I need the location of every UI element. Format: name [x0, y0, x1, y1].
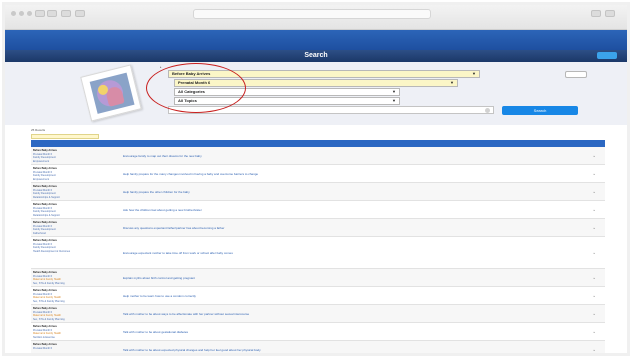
path-segment: Relationships & Support: [33, 195, 60, 199]
row-curriculum-path[interactable]: Before Baby Arrives Prenatal Month 6 Famil…: [33, 221, 95, 235]
row-expand-icon[interactable]: »: [593, 312, 595, 316]
row-title-link[interactable]: Ask how the children feel about getting …: [123, 208, 463, 212]
table-row[interactable]: Before Baby Arrives Prenatal Month 6 Famil…: [31, 165, 605, 183]
table-row[interactable]: Before Baby Arrives Prenatal Month 6 Mater…: [31, 269, 605, 287]
row-expand-icon[interactable]: »: [593, 348, 595, 352]
filter-panel: ▸ Before Baby Arrives ▼ Prenatal Month 6…: [5, 62, 627, 125]
table-header: [31, 140, 605, 147]
path-segment: Empowerment: [33, 177, 50, 181]
row-expand-icon[interactable]: »: [593, 276, 595, 280]
path-segment: Prenatal Month 6: [33, 346, 53, 350]
results-count: 25 Results: [31, 128, 46, 132]
row-expand-icon[interactable]: »: [593, 190, 595, 194]
table-body: Before Baby Arrives Prenatal Month 6 Famil…: [31, 147, 605, 353]
chevron-down-icon: ▼: [392, 98, 396, 103]
zoom-window-icon[interactable]: [27, 11, 32, 16]
path-segment: Sex, STIs & Family Planning: [33, 281, 65, 285]
row-curriculum-path[interactable]: Before Baby Arrives Prenatal Month 6: [33, 343, 95, 350]
minimize-window-icon[interactable]: [19, 11, 24, 16]
row-curriculum-path[interactable]: Before Baby Arrives Prenatal Month 6 Mater…: [33, 271, 95, 285]
bookmarks-bar[interactable]: [13, 21, 619, 28]
row-curriculum-path[interactable]: Before Baby Arrives Prenatal Month 6 Famil…: [33, 149, 95, 163]
search-button[interactable]: Search: [502, 106, 578, 115]
row-title-link[interactable]: Explain myths about birth control and ge…: [123, 276, 463, 280]
table-row[interactable]: Before Baby Arrives Prenatal Month 6 Famil…: [31, 219, 605, 237]
row-expand-icon[interactable]: »: [593, 330, 595, 334]
row-title-link[interactable]: Talk with mother to be about ways to be …: [123, 312, 463, 316]
row-title-link[interactable]: Help family prepare for the many changes…: [123, 172, 463, 176]
forward-button[interactable]: [47, 10, 57, 17]
path-segment: Sex, STIs & Family Planning: [33, 317, 65, 321]
window-controls[interactable]: [11, 11, 32, 16]
table-row[interactable]: Before Baby Arrives Prenatal Month 6 Mater…: [31, 287, 605, 305]
row-title-link[interactable]: Help mother to be learn how to use a con…: [123, 294, 463, 298]
book-cover-illustration: [89, 72, 135, 114]
row-title-link[interactable]: Talk with mother to be about expected ph…: [123, 348, 463, 352]
page-title: Search: [304, 52, 328, 59]
path-segment: Health Development & Outcomes: [33, 249, 71, 253]
downloads-button[interactable]: [591, 10, 601, 17]
row-curriculum-path[interactable]: Before Baby Arrives Prenatal Month 6 Mater…: [33, 307, 95, 321]
row-expand-icon[interactable]: »: [593, 251, 595, 255]
chevron-down-icon: ▼: [450, 80, 454, 85]
table-row[interactable]: Before Baby Arrives Prenatal Month 6 Talk …: [31, 341, 605, 353]
row-expand-icon[interactable]: »: [593, 208, 595, 212]
chevron-down-icon: ▼: [392, 89, 396, 94]
back-button[interactable]: [35, 10, 45, 17]
row-title-link[interactable]: Help family prepare the other children f…: [123, 190, 463, 194]
site-header: [5, 30, 627, 50]
row-curriculum-path[interactable]: Before Baby Arrives Prenatal Month 6 Famil…: [33, 203, 95, 217]
clear-field-icon[interactable]: [485, 108, 490, 113]
table-row[interactable]: Before Baby Arrives Prenatal Month 6 Famil…: [31, 201, 605, 219]
row-expand-icon[interactable]: »: [593, 172, 595, 176]
filter-marker-1: ▸: [160, 65, 162, 69]
row-expand-icon[interactable]: »: [593, 226, 595, 230]
row-curriculum-path[interactable]: Before Baby Arrives Prenatal Month 6 Famil…: [33, 167, 95, 181]
row-title-link[interactable]: Encourage family to map out their dreams…: [123, 154, 463, 158]
path-segment: Empowerment: [33, 159, 50, 163]
row-curriculum-path[interactable]: Before Baby Arrives Prenatal Month 6 Mater…: [33, 325, 95, 339]
table-row[interactable]: Before Baby Arrives Prenatal Month 6 Famil…: [31, 147, 605, 165]
search-title-bar: Search: [5, 50, 627, 62]
sidebar-button[interactable]: [61, 10, 71, 17]
clear-all-button[interactable]: [565, 71, 587, 78]
tabs-button[interactable]: [605, 10, 615, 17]
table-row[interactable]: Before Baby Arrives Prenatal Month 6 Mater…: [31, 323, 605, 341]
path-segment: Nutrition & Exercise: [33, 335, 55, 339]
chevron-down-icon: ▼: [472, 71, 476, 76]
row-expand-icon[interactable]: »: [593, 154, 595, 158]
row-curriculum-path[interactable]: Before Baby Arrives Prenatal Month 6 Mater…: [33, 289, 95, 303]
annotation-circle: [146, 63, 246, 113]
row-title-link[interactable]: Talk with mother to be about gestational…: [123, 330, 463, 334]
address-bar[interactable]: [193, 9, 431, 19]
row-curriculum-path[interactable]: Before Baby Arrives Prenatal Month 6 Famil…: [33, 185, 95, 199]
help-button[interactable]: [597, 52, 617, 59]
row-expand-icon[interactable]: »: [593, 294, 595, 298]
curriculum-book-image: [80, 64, 142, 122]
share-button[interactable]: [75, 10, 85, 17]
table-row[interactable]: Before Baby Arrives Prenatal Month 6 Mater…: [31, 305, 605, 323]
close-window-icon[interactable]: [11, 11, 16, 16]
row-title-link[interactable]: Discuss any questions expectant father/p…: [123, 226, 463, 230]
browser-toolbar: [5, 5, 627, 30]
row-title-link[interactable]: Encourage expectant mother to take time …: [123, 251, 463, 255]
path-segment: Sex, STIs & Family Planning: [33, 299, 65, 303]
table-row[interactable]: Before Baby Arrives Prenatal Month 6 Famil…: [31, 237, 605, 269]
browser-window: Search ▸ Before Baby Arrives ▼ Prenatal …: [2, 2, 630, 356]
other-matches-toggle[interactable]: [31, 134, 99, 139]
table-row[interactable]: Before Baby Arrives Prenatal Month 6 Famil…: [31, 183, 605, 201]
path-segment: Fatherhood: [33, 231, 46, 235]
path-segment: Relationships & Support: [33, 213, 60, 217]
results-table: Before Baby Arrives Prenatal Month 6 Famil…: [31, 140, 605, 353]
row-curriculum-path[interactable]: Before Baby Arrives Prenatal Month 6 Famil…: [33, 239, 95, 253]
